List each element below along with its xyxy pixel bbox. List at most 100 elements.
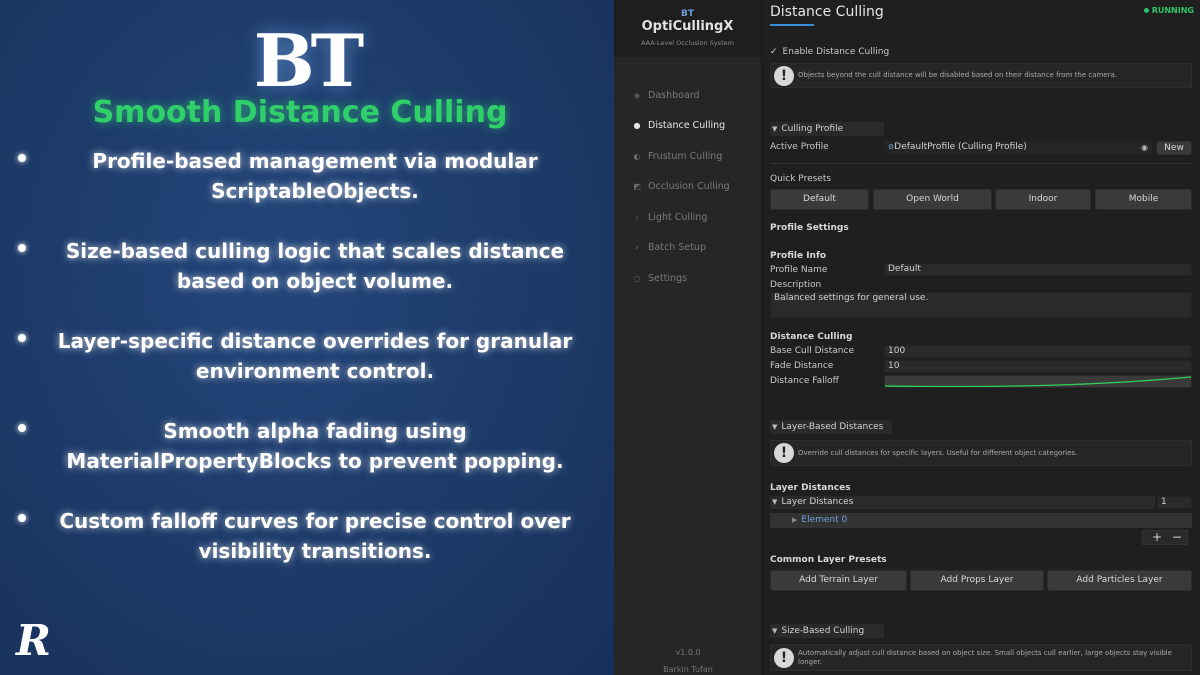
feature-item: Custom falloff curves for precise contro… [0, 506, 614, 596]
version-label: v1.0.0 [675, 648, 701, 657]
page-title: Distance Culling [770, 4, 884, 20]
help-text: Automatically adjust cull distance based… [798, 648, 1172, 666]
checkmark-icon: ✓ [770, 47, 778, 57]
add-particles-layer-button[interactable]: Add Particles Layer [1047, 570, 1192, 591]
triangle-down-icon: ▼ [772, 125, 778, 133]
element-row[interactable]: ▶ Element 0 [770, 513, 1192, 528]
brand-subtitle: AAA-Level Occlusion System [641, 39, 734, 47]
corner-logo: R [16, 616, 51, 665]
feature-text: Size-based culling logic that scales dis… [65, 239, 565, 293]
sidebar-item-settings[interactable]: ○ Settings [614, 263, 762, 294]
enable-label: Enable Distance Culling [782, 47, 890, 57]
falloff-curve-field[interactable] [884, 375, 1192, 388]
array-label: Layer Distances [781, 497, 854, 507]
brand-header: BT OptiCullingX AAA-Level Occlusion Syst… [614, 0, 761, 57]
brand-name: OptiCullingX [641, 19, 734, 34]
base-cull-label: Base Cull Distance [770, 346, 854, 356]
sidebar-item-label: Dashboard [648, 89, 700, 101]
chevron-icon: › [635, 243, 639, 253]
profile-name-input[interactable]: Default [884, 263, 1192, 276]
fade-distance-label: Fade Distance [770, 361, 834, 371]
foldout-label: Layer-Based Distances [781, 422, 884, 432]
size-based-culling-foldout[interactable]: ▼ Size-Based Culling [770, 624, 884, 638]
target-icon[interactable]: ◉ [1141, 142, 1148, 153]
sidebar-nav: ◈ Dashboard ● Distance Culling ◐ Frustum Cu… [614, 80, 762, 294]
triangle-down-icon: ▼ [772, 627, 778, 635]
main-panel: Distance Culling RUNNING ✓ Enable Distan… [762, 0, 1200, 675]
help-text: Objects beyond the cull distance will be… [798, 71, 1118, 79]
bullet-dot [18, 424, 26, 432]
feature-text: Custom falloff curves for precise contro… [59, 509, 571, 563]
gear-icon: ○ [633, 273, 641, 283]
sidebar-item-batch-setup[interactable]: › Batch Setup [614, 233, 762, 264]
status-dot-icon [1143, 8, 1149, 13]
sidebar-item-label: Distance Culling [648, 120, 726, 132]
help-text: Override cull distances for specific lay… [798, 448, 1078, 457]
layer-distances-array-foldout[interactable]: ▼ Layer Distances [770, 496, 1155, 509]
profile-name-label: Profile Name [770, 265, 828, 275]
triangle-down-icon: ▼ [772, 498, 778, 506]
element-label: Element 0 [801, 515, 848, 525]
chevron-icon: › [635, 212, 639, 222]
sidebar-item-frustum-culling[interactable]: ◐ Frustum Culling [614, 141, 762, 172]
feature-list: Profile-based management via modular Scr… [0, 146, 614, 596]
triangle-right-icon: ▶ [792, 516, 798, 524]
bullet-dot [18, 154, 26, 162]
status-text: RUNNING [1151, 6, 1194, 15]
author-label: Barkin Tufan [663, 665, 713, 674]
bullet-dot [18, 514, 26, 522]
enable-toggle[interactable]: ✓ Enable Distance Culling [770, 47, 889, 57]
add-element-button[interactable]: + [1152, 531, 1162, 544]
feature-text: Profile-based management via modular Scr… [92, 149, 538, 203]
description-label: Description [770, 280, 822, 290]
size-help-box: ! Automatically adjust cull distance bas… [770, 644, 1192, 671]
sidebar-item-dashboard[interactable]: ◈ Dashboard [614, 80, 762, 111]
half-circle-icon: ◐ [633, 151, 641, 161]
culling-profile-foldout[interactable]: ▼ Culling Profile [770, 122, 884, 136]
circle-icon: ● [633, 121, 641, 131]
active-profile-field[interactable]: ⚙DefaultProfile (Culling Profile) ◉ [884, 141, 1152, 154]
base-cull-input[interactable]: 100 [884, 345, 1192, 358]
sidebar-item-label: Frustum Culling [648, 150, 723, 162]
feature-text: Smooth alpha fading using MaterialProper… [66, 419, 564, 473]
info-icon: ! [774, 65, 794, 86]
title-underline [770, 24, 814, 26]
preset-indoor-button[interactable]: Indoor [995, 189, 1091, 210]
sidebar-item-occlusion-culling[interactable]: ◩ Occlusion Culling [614, 172, 762, 203]
promo-panel: BT Smooth Distance Culling Profile-based… [0, 0, 614, 675]
feature-item: Size-based culling logic that scales dis… [0, 236, 614, 326]
description-textarea[interactable]: Balanced settings for general use. [770, 292, 1192, 318]
brand-small: BT [681, 9, 694, 19]
active-profile-label: Active Profile [770, 142, 829, 152]
sidebar-item-light-culling[interactable]: › Light Culling [614, 202, 762, 233]
feature-item: Smooth alpha fading using MaterialProper… [0, 416, 614, 506]
add-terrain-layer-button[interactable]: Add Terrain Layer [770, 570, 907, 591]
preset-default-button[interactable]: Default [770, 189, 869, 210]
feature-item: Layer-specific distance overrides for gr… [0, 326, 614, 416]
remove-element-button[interactable]: − [1172, 531, 1182, 544]
feature-item: Profile-based management via modular Scr… [0, 146, 614, 236]
status-badge: RUNNING [1143, 6, 1194, 15]
profile-info-label: Profile Info [770, 251, 827, 261]
promo-title: Smooth Distance Culling [92, 95, 508, 130]
info-icon: ! [774, 647, 794, 668]
array-controls: + − [1142, 530, 1188, 545]
add-props-layer-button[interactable]: Add Props Layer [910, 570, 1044, 591]
preset-open-world-button[interactable]: Open World [873, 189, 992, 210]
fade-distance-input[interactable]: 10 [884, 360, 1192, 373]
layer-count-input[interactable]: 1 [1157, 496, 1192, 509]
layer-distances-foldout[interactable]: ▼ Layer-Based Distances [770, 420, 892, 434]
feature-text: Layer-specific distance overrides for gr… [57, 329, 573, 383]
diamond-icon: ◈ [633, 90, 641, 100]
sidebar-item-distance-culling[interactable]: ● Distance Culling [614, 111, 762, 142]
bullet-dot [18, 334, 26, 342]
new-profile-button[interactable]: New [1156, 141, 1192, 155]
triangle-down-icon: ▼ [772, 423, 778, 431]
active-profile-value: DefaultProfile (Culling Profile) [894, 142, 1027, 152]
wedge-icon: ◩ [633, 182, 641, 192]
sidebar-item-label: Light Culling [648, 211, 708, 223]
preset-mobile-button[interactable]: Mobile [1095, 189, 1192, 210]
foldout-label: Size-Based Culling [781, 626, 865, 636]
divider [770, 163, 1192, 164]
common-presets-label: Common Layer Presets [770, 555, 887, 565]
